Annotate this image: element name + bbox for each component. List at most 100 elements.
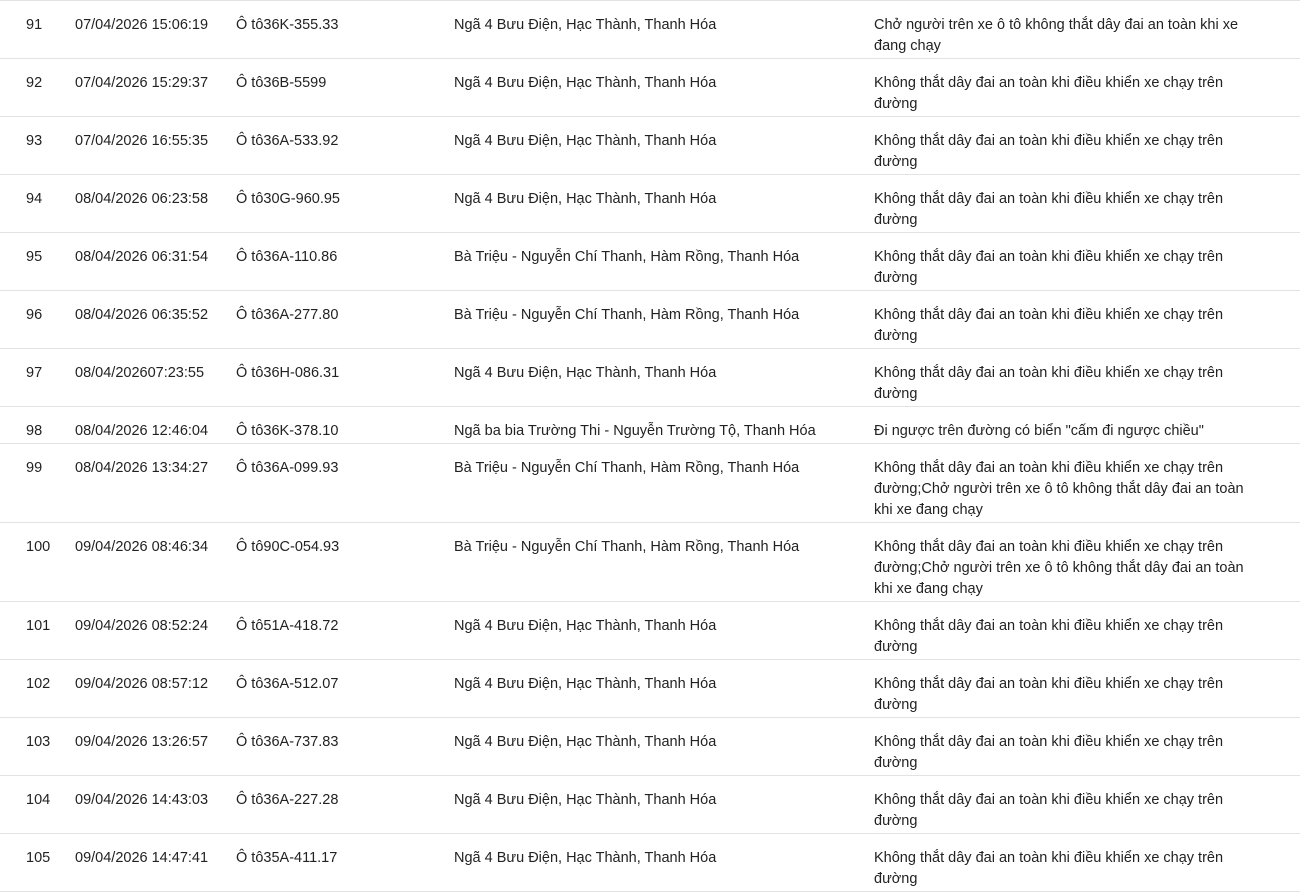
violation-text-line: Không thắt dây đai an toàn khi điều khiể… (874, 191, 1224, 207)
table-row: 95 08/04/2026 06:31:54 Ô tô36A-110.86 Bà Tr… (0, 233, 1300, 291)
row-index: 94 (26, 191, 43, 207)
vehicle-plate: Ô tô36A-227.28 (236, 792, 339, 808)
table-row: 94 08/04/2026 06:23:58 Ô tô30G-960.95 Ngã 4… (0, 175, 1300, 233)
violation-time: 08/04/2026 12:46:04 (75, 423, 209, 439)
violation-text-line: Không thắt dây đai an toàn khi điều khiể… (874, 75, 1224, 91)
violations-table: 91 07/04/2026 15:06:19 Ô tô36K-355.33 Ngã 4… (0, 0, 1300, 892)
row-index: 97 (26, 365, 43, 381)
table-row: 104 09/04/2026 14:43:03 Ô tô36A-227.28 Ngã … (0, 776, 1300, 834)
violation-location: Ngã 4 Bưu Điện, Hạc Thành, Thanh Hóa (454, 75, 717, 91)
table-row: 101 09/04/2026 08:52:24 Ô tô51A-418.72 Ngã … (0, 602, 1300, 660)
vehicle-plate: Ô tô36A-099.93 (236, 460, 339, 476)
violation-time: 09/04/2026 08:57:12 (75, 676, 209, 692)
violation-text-line: Đi ngược trên đường có biển "cấm đi ngượ… (874, 423, 1204, 439)
table-row: 97 08/04/202607:23:55 Ô tô36H-086.31 Ngã 4 … (0, 349, 1300, 407)
violation-text-line: đường;Chở người trên xe ô tô không thắt … (874, 560, 1244, 576)
violation-text-line: Không thắt dây đai an toàn khi điều khiể… (874, 618, 1224, 634)
violation-location: Bà Triệu - Nguyễn Chí Thanh, Hàm Rồng, T… (454, 539, 800, 555)
violation-text-line: Không thắt dây đai an toàn khi điều khiể… (874, 676, 1224, 692)
violation-description: Không thắt dây đai an toàn khi điều khiể… (874, 616, 1274, 658)
violation-description: Chở người trên xe ô tô không thắt dây đa… (874, 15, 1274, 57)
violation-text-line: đang chạy (874, 38, 941, 54)
row-index: 104 (26, 792, 51, 808)
violation-time: 09/04/2026 08:46:34 (75, 539, 209, 555)
violation-text-line: đường (874, 154, 918, 170)
violation-text-line: Không thắt dây đai an toàn khi điều khiể… (874, 792, 1224, 808)
violation-description: Đi ngược trên đường có biển "cấm đi ngượ… (874, 421, 1274, 442)
vehicle-plate: Ô tô36K-355.33 (236, 17, 339, 33)
table-row: 92 07/04/2026 15:29:37 Ô tô36B-5599 Ngã 4 B… (0, 59, 1300, 117)
vehicle-plate: Ô tô36A-512.07 (236, 676, 339, 692)
violation-location: Ngã 4 Bưu Điện, Hạc Thành, Thanh Hóa (454, 792, 717, 808)
row-index: 91 (26, 17, 43, 33)
violation-description: Không thắt dây đai an toàn khi điều khiể… (874, 458, 1274, 521)
violation-text-line: khi xe đang chạy (874, 581, 983, 597)
violation-text-line: đường (874, 212, 918, 228)
row-index: 101 (26, 618, 51, 634)
vehicle-plate: Ô tô90C-054.93 (236, 539, 340, 555)
violation-text-line: đường (874, 813, 918, 829)
table-row: 91 07/04/2026 15:06:19 Ô tô36K-355.33 Ngã 4… (0, 1, 1300, 59)
violation-text-line: Chở người trên xe ô tô không thắt dây đa… (874, 17, 1239, 33)
vehicle-plate: Ô tô35A-411.17 (236, 850, 338, 866)
violation-text-line: đường (874, 697, 918, 713)
row-index: 100 (26, 539, 51, 555)
violation-time: 08/04/2026 06:23:58 (75, 191, 209, 207)
violation-time: 09/04/2026 13:26:57 (75, 734, 209, 750)
table-row: 98 08/04/2026 12:46:04 Ô tô36K-378.10 Ngã b… (0, 407, 1300, 444)
violation-location: Ngã 4 Bưu Điện, Hạc Thành, Thanh Hóa (454, 734, 717, 750)
vehicle-plate: Ô tô36A-737.83 (236, 734, 339, 750)
violation-text-line: Không thắt dây đai an toàn khi điều khiể… (874, 460, 1224, 476)
violation-time: 08/04/2026 13:34:27 (75, 460, 209, 476)
vehicle-plate: Ô tô30G-960.95 (236, 191, 340, 207)
table-row: 105 09/04/2026 14:47:41 Ô tô35A-411.17 Ngã … (0, 834, 1300, 892)
vehicle-plate: Ô tô36A-533.92 (236, 133, 339, 149)
violation-location: Ngã 4 Bưu Điện, Hạc Thành, Thanh Hóa (454, 365, 717, 381)
violation-time: 09/04/2026 14:47:41 (75, 850, 209, 866)
violation-description: Không thắt dây đai an toàn khi điều khiể… (874, 732, 1274, 774)
violation-time: 08/04/202607:23:55 (75, 365, 205, 381)
violation-time: 07/04/2026 15:29:37 (75, 75, 209, 91)
violation-description: Không thắt dây đai an toàn khi điều khiể… (874, 305, 1274, 347)
violation-text-line: Không thắt dây đai an toàn khi điều khiể… (874, 850, 1224, 866)
violation-location: Ngã 4 Bưu Điện, Hạc Thành, Thanh Hóa (454, 850, 717, 866)
violation-location: Ngã 4 Bưu Điện, Hạc Thành, Thanh Hóa (454, 618, 717, 634)
violation-location: Ngã 4 Bưu Điện, Hạc Thành, Thanh Hóa (454, 676, 717, 692)
row-index: 98 (26, 423, 43, 439)
violation-location: Ngã 4 Bưu Điện, Hạc Thành, Thanh Hóa (454, 133, 717, 149)
violation-text-line: khi xe đang chạy (874, 502, 983, 518)
row-index: 105 (26, 850, 51, 866)
violation-text-line: Không thắt dây đai an toàn khi điều khiể… (874, 249, 1224, 265)
violation-location: Ngã 4 Bưu Điện, Hạc Thành, Thanh Hóa (454, 191, 717, 207)
row-index: 95 (26, 249, 43, 265)
violation-description: Không thắt dây đai an toàn khi điều khiể… (874, 848, 1274, 890)
violation-text-line: Không thắt dây đai an toàn khi điều khiể… (874, 307, 1224, 323)
vehicle-plate: Ô tô36K-378.10 (236, 423, 339, 439)
row-index: 96 (26, 307, 43, 323)
violation-description: Không thắt dây đai an toàn khi điều khiể… (874, 790, 1274, 832)
violation-text-line: đường (874, 328, 918, 344)
vehicle-plate: Ô tô36B-5599 (236, 75, 327, 91)
violation-description: Không thắt dây đai an toàn khi điều khiể… (874, 247, 1274, 289)
violation-location: Bà Triệu - Nguyễn Chí Thanh, Hàm Rồng, T… (454, 249, 800, 265)
violation-text-line: đường (874, 639, 918, 655)
vehicle-plate: Ô tô36A-110.86 (236, 249, 338, 265)
row-index: 103 (26, 734, 51, 750)
table-row: 102 09/04/2026 08:57:12 Ô tô36A-512.07 Ngã … (0, 660, 1300, 718)
violation-text-line: Không thắt dây đai an toàn khi điều khiể… (874, 734, 1224, 750)
table-row: 99 08/04/2026 13:34:27 Ô tô36A-099.93 Bà Tr… (0, 444, 1300, 523)
row-index: 92 (26, 75, 43, 91)
violation-time: 09/04/2026 14:43:03 (75, 792, 209, 808)
violation-text-line: đường (874, 755, 918, 771)
violation-location: Ngã 4 Bưu Điện, Hạc Thành, Thanh Hóa (454, 17, 717, 33)
violation-description: Không thắt dây đai an toàn khi điều khiể… (874, 537, 1274, 600)
row-index: 102 (26, 676, 51, 692)
violation-text-line: Không thắt dây đai an toàn khi điều khiể… (874, 365, 1224, 381)
table-row: 93 07/04/2026 16:55:35 Ô tô36A-533.92 Ngã 4… (0, 117, 1300, 175)
table-row: 103 09/04/2026 13:26:57 Ô tô36A-737.83 Ngã … (0, 718, 1300, 776)
violation-location: Bà Triệu - Nguyễn Chí Thanh, Hàm Rồng, T… (454, 460, 800, 476)
table-row: 100 09/04/2026 08:46:34 Ô tô90C-054.93 Bà T… (0, 523, 1300, 602)
violation-description: Không thắt dây đai an toàn khi điều khiể… (874, 131, 1274, 173)
violation-location: Ngã ba bia Trường Thi - Nguyễn Trường Tộ… (454, 423, 816, 439)
violation-text-line: đường (874, 871, 918, 887)
